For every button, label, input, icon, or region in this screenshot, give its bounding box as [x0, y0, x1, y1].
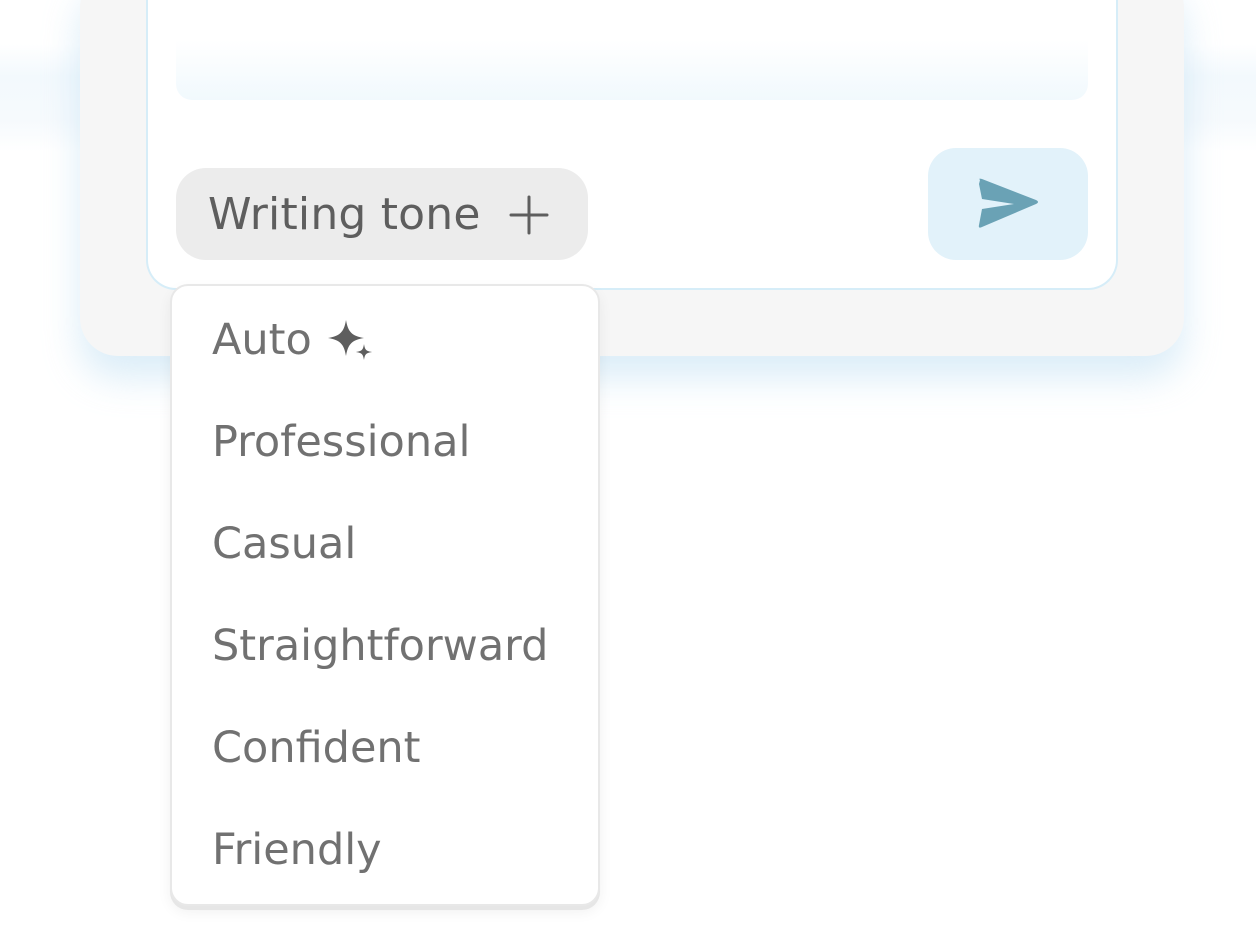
tone-option-label: Casual	[212, 519, 357, 569]
writing-tone-dropdown: Auto Professional Casual Straightforward…	[170, 284, 600, 906]
tone-option-label: Auto	[212, 315, 312, 365]
tone-option-label: Professional	[212, 417, 471, 467]
tone-option-label: Confident	[212, 723, 421, 773]
tone-option-professional[interactable]: Professional	[212, 402, 592, 482]
tone-option-label: Friendly	[212, 825, 382, 875]
writing-tone-button[interactable]: Writing tone	[176, 168, 588, 260]
tone-option-confident[interactable]: Confident	[212, 708, 592, 788]
writing-tone-label: Writing tone	[208, 188, 481, 240]
message-input-area[interactable]	[176, 40, 1088, 100]
tone-option-label: Straightforward	[212, 621, 549, 671]
tone-option-casual[interactable]: Casual	[212, 504, 592, 584]
send-button[interactable]	[928, 148, 1088, 260]
tone-option-auto[interactable]: Auto	[212, 300, 592, 380]
tone-option-straightforward[interactable]: Straightforward	[212, 606, 592, 686]
sparkle-icon	[327, 320, 372, 360]
tone-option-friendly[interactable]: Friendly	[212, 810, 592, 890]
plus-icon	[509, 195, 549, 235]
send-icon	[978, 178, 1038, 228]
